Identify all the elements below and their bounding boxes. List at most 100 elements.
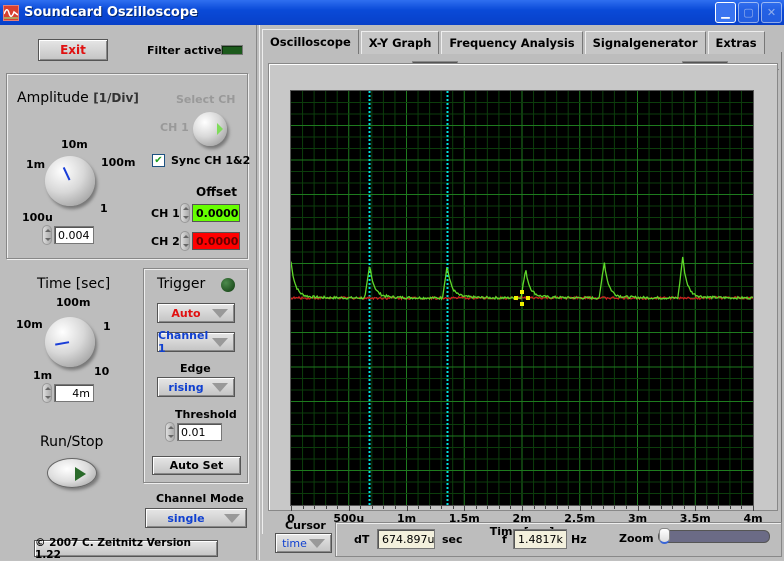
- x-tick-mark: [302, 506, 304, 509]
- time-tick-1: 1: [103, 320, 111, 333]
- select-ch-value: CH 1: [160, 121, 189, 134]
- client-area: Exit Filter active Amplitude [1/Div] 100…: [0, 25, 784, 561]
- tab-frequency-analysis[interactable]: Frequency Analysis: [441, 31, 583, 54]
- amplitude-knob[interactable]: [45, 156, 95, 206]
- chevron-down-icon: [212, 309, 228, 318]
- offset-ch2-spinner[interactable]: [180, 231, 190, 251]
- offset-ch2-field[interactable]: 0.0000: [192, 232, 240, 250]
- tab-oscilloscope[interactable]: Oscilloscope: [262, 29, 359, 54]
- sync-checkbox[interactable]: ✔: [152, 154, 165, 167]
- x-tick-mark: [487, 506, 489, 509]
- amplitude-title: Amplitude [1/Div]: [17, 90, 139, 106]
- dt-label: dT: [354, 533, 370, 546]
- chevron-down-icon: [212, 383, 228, 392]
- trigger-channel-dropdown[interactable]: Channel 1: [157, 329, 235, 355]
- select-ch-knob[interactable]: [193, 112, 227, 146]
- cursor-mode-dropdown[interactable]: time: [275, 533, 332, 553]
- time-tick-100m: 100m: [56, 296, 91, 309]
- time-tick-1m: 1m: [33, 369, 53, 382]
- x-tick-mark: [452, 506, 454, 509]
- channel-mode-label: Channel Mode: [156, 492, 244, 505]
- amplitude-spinner[interactable]: [42, 225, 52, 245]
- x-tick-mark: [337, 506, 339, 509]
- run-stop-button[interactable]: [47, 458, 97, 488]
- trigger-edge-dropdown[interactable]: rising: [157, 377, 235, 397]
- dt-unit: sec: [442, 533, 463, 546]
- app-icon: [3, 4, 19, 21]
- x-tick-mark: [325, 506, 327, 509]
- x-tick-mark: [348, 506, 350, 511]
- x-tick-mark: [568, 506, 570, 509]
- x-tick-mark: [591, 506, 593, 509]
- amplitude-tick-10m: 10m: [61, 138, 88, 151]
- amplitude-tick-1m: 1m: [26, 158, 46, 171]
- maximize-icon: ▢: [743, 6, 754, 19]
- time-numeric: 4m: [42, 383, 94, 403]
- x-tick-mark: [672, 506, 674, 509]
- time-spinner[interactable]: [42, 383, 52, 403]
- time-knob[interactable]: [45, 317, 95, 367]
- x-tick-mark: [718, 506, 720, 509]
- chevron-down-icon: [212, 338, 228, 347]
- x-tick-mark: [729, 506, 731, 509]
- chevron-down-icon: [309, 539, 325, 548]
- channel-mode-dropdown[interactable]: single: [145, 508, 247, 528]
- select-ch-title: Select CH: [176, 93, 236, 106]
- amplitude-value-field[interactable]: 0.004: [54, 226, 94, 244]
- x-tick-mark: [556, 506, 558, 509]
- x-tick-mark: [614, 506, 616, 509]
- offset-ch1-field[interactable]: 0.0000: [192, 204, 240, 222]
- panel-divider: [256, 25, 260, 560]
- amplitude-tick-100u: 100u: [22, 211, 53, 224]
- offset-ch1-spinner[interactable]: [180, 203, 190, 223]
- minimize-button[interactable]: ▁: [715, 2, 736, 23]
- amplitude-tick-100m: 100m: [101, 156, 136, 169]
- offset-ch1-numeric: 0.0000: [180, 203, 240, 223]
- x-tick-mark: [360, 506, 362, 509]
- x-tick-mark: [695, 506, 697, 511]
- x-tick-mark: [683, 506, 685, 509]
- x-tick-mark: [660, 506, 662, 509]
- x-tick-mark: [649, 506, 651, 509]
- x-tick-mark: [406, 506, 408, 511]
- x-tick-mark: [741, 506, 743, 509]
- zoom-label: Zoom: [619, 532, 654, 545]
- tab-xy-graph[interactable]: X-Y Graph: [360, 31, 440, 54]
- tab-signalgenerator[interactable]: Signalgenerator: [584, 31, 706, 54]
- sync-label: Sync CH 1&2: [171, 154, 251, 167]
- trigger-mode-dropdown[interactable]: Auto: [157, 303, 235, 323]
- zoom-slider-thumb[interactable]: [659, 528, 670, 544]
- x-tick-mark: [394, 506, 396, 509]
- maximize-button[interactable]: ▢: [738, 2, 759, 23]
- dt-value-field: 674.897u: [377, 529, 435, 549]
- tab-extras[interactable]: Extras: [707, 31, 765, 54]
- threshold-value-field[interactable]: 0.01: [177, 423, 222, 441]
- x-tick-mark: [429, 506, 431, 509]
- x-tick-mark: [314, 506, 316, 509]
- edge-label: Edge: [180, 362, 211, 375]
- threshold-label: Threshold: [175, 408, 237, 421]
- trigger-title: Trigger: [157, 276, 206, 292]
- sync-checkbox-row: ✔ Sync CH 1&2: [152, 154, 250, 167]
- threshold-spinner[interactable]: [165, 422, 175, 442]
- select-ch-indicator-icon: [217, 123, 223, 135]
- exit-button[interactable]: Exit: [38, 39, 108, 61]
- chevron-down-icon: [224, 514, 240, 523]
- play-icon: [75, 467, 86, 481]
- offset-title: Offset: [196, 185, 237, 199]
- title-bar: Soundcard Oszilloscope ▁ ▢ ✕: [0, 0, 784, 25]
- close-button[interactable]: ✕: [761, 2, 782, 23]
- trigger-marker-dot: [520, 302, 524, 306]
- f-label: f: [502, 533, 507, 546]
- x-tick-mark: [637, 506, 639, 511]
- x-tick-mark: [510, 506, 512, 509]
- x-tick-mark: [579, 506, 581, 511]
- trigger-group: [143, 268, 248, 483]
- check-icon: ✔: [154, 155, 163, 166]
- x-tick-mark: [383, 506, 385, 509]
- zoom-slider[interactable]: [658, 528, 770, 544]
- x-tick-mark: [371, 506, 373, 509]
- oscilloscope-graph[interactable]: [290, 90, 754, 506]
- time-value-field[interactable]: 4m: [54, 384, 94, 402]
- auto-set-button[interactable]: Auto Set: [152, 456, 241, 475]
